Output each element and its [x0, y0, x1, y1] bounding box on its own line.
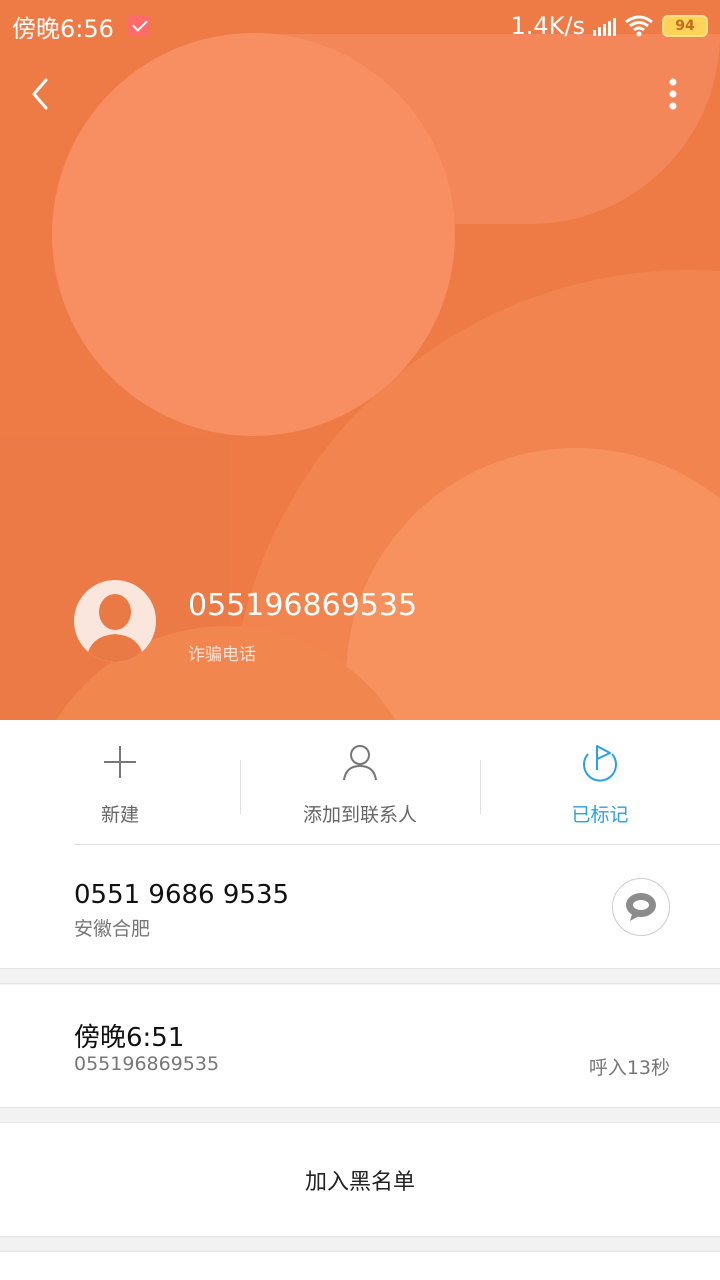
divider: [74, 844, 720, 845]
add-to-contacts-button[interactable]: 添加到联系人: [240, 720, 480, 844]
bottom-section: [0, 1252, 720, 1280]
add-to-blacklist-label: 加入黑名单: [304, 1169, 415, 1195]
add-to-contacts-label: 添加到联系人: [302, 804, 417, 826]
person-silhouette-icon: [86, 594, 144, 662]
action-bar: 新建 添加到联系人 已标记: [0, 720, 720, 844]
network-speed: 1.4K/s: [510, 12, 586, 40]
status-bar: 傍晚6:56 1.4K/s 94: [0, 0, 720, 52]
plus-icon: [104, 746, 136, 778]
section-divider: [0, 968, 720, 984]
call-time: 傍晚6:51: [74, 1023, 185, 1053]
call-duration: 呼入13秒: [588, 1057, 670, 1079]
status-time: 傍晚6:56: [12, 14, 114, 43]
avatar: [74, 580, 156, 662]
status-indicators: 1.4K/s 94: [510, 12, 708, 40]
person-icon: [343, 745, 377, 781]
flag-icon: [583, 745, 617, 782]
more-options-icon[interactable]: [658, 74, 688, 114]
marked-button[interactable]: 已标记: [480, 720, 720, 844]
phone-number: 0551 9686 9535: [74, 880, 290, 910]
back-icon[interactable]: [22, 74, 62, 114]
top-bar: [0, 60, 720, 130]
new-contact-label: 新建: [100, 804, 139, 826]
new-contact-button[interactable]: 新建: [0, 720, 240, 844]
send-message-button[interactable]: [612, 878, 670, 936]
section-divider: [0, 1107, 720, 1123]
phone-location: 安徽合肥: [74, 918, 151, 940]
call-log-row[interactable]: 傍晚6:51 055196869535 呼入13秒: [0, 985, 720, 1107]
phone-number-row[interactable]: 0551 9686 9535 安徽合肥: [0, 844, 720, 968]
message-bubble-icon: [626, 893, 656, 921]
caller-tag: 诈骗电话: [188, 645, 256, 665]
section-divider: [0, 1236, 720, 1252]
call-number: 055196869535: [74, 1053, 220, 1075]
marked-label: 已标记: [571, 804, 629, 826]
caller-number: 055196869535: [188, 588, 418, 623]
add-to-blacklist-button[interactable]: 加入黑名单: [0, 1123, 720, 1236]
wifi-icon: [625, 15, 653, 37]
notification-icon: [127, 16, 150, 36]
battery-indicator: 94: [662, 15, 708, 37]
signal-icon: [593, 16, 616, 36]
